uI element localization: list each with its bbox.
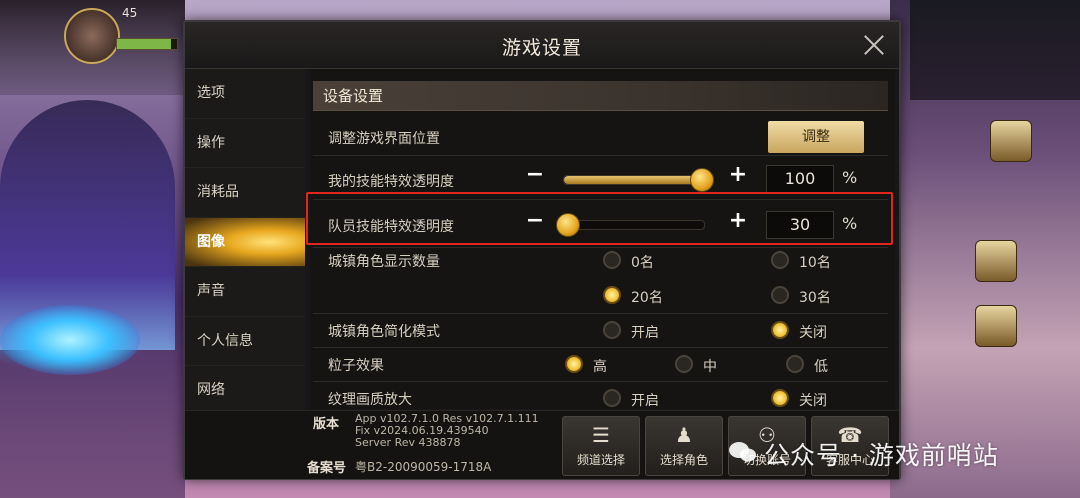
version-label: 版本 xyxy=(313,417,340,432)
my-skill-plus-button[interactable]: + xyxy=(728,162,748,187)
dialog-title: 游戏设置 xyxy=(501,37,582,59)
select-character-button[interactable]: ♟ 选择角色 xyxy=(645,416,723,476)
dialog-header: 游戏设置 xyxy=(185,22,899,69)
texture-zoom-label: 纹理画质放大 xyxy=(328,392,412,408)
radio-dot xyxy=(675,355,693,373)
radio-town-10[interactable]: 10名 xyxy=(771,251,831,272)
adjust-ui-label: 调整游戏界面位置 xyxy=(328,131,440,147)
teleport-portal xyxy=(0,305,140,375)
my-skill-opacity-slider[interactable] xyxy=(563,168,714,192)
player-avatar[interactable] xyxy=(64,8,120,64)
radio-dot-selected xyxy=(603,286,621,304)
row-town-simplify: 城镇角色简化模式 开启 关闭 xyxy=(313,315,888,348)
settings-nav: 选项 操作 消耗品 图像 声音 个人信息 网络 xyxy=(185,69,305,416)
character-icon: ♟ xyxy=(675,423,693,447)
radio-town-20[interactable]: 20名 xyxy=(603,286,663,307)
radio-texture-off[interactable]: 关闭 xyxy=(771,389,827,409)
radio-dot xyxy=(603,321,621,339)
row-adjust-ui: 调整游戏界面位置 调整 xyxy=(313,119,888,156)
radio-dot-selected xyxy=(771,389,789,407)
radio-dot xyxy=(771,286,789,304)
close-icon[interactable] xyxy=(861,32,887,58)
row-town-char-count: 城镇角色显示数量 0名 10名 20名 30名 xyxy=(313,249,888,314)
section-title: 设备设置 xyxy=(313,81,888,111)
tab-options[interactable]: 选项 xyxy=(185,69,305,119)
radio-dot-selected xyxy=(565,355,583,373)
radio-town-0[interactable]: 0名 xyxy=(603,251,654,272)
my-skill-opacity-label: 我的技能特效透明度 xyxy=(328,174,454,190)
tab-profile[interactable]: 个人信息 xyxy=(185,316,305,366)
radio-dot xyxy=(786,355,804,373)
radio-dot xyxy=(603,389,621,407)
my-skill-minus-button[interactable]: − xyxy=(525,162,545,187)
radio-particle-low[interactable]: 低 xyxy=(786,355,828,376)
town-char-count-label: 城镇角色显示数量 xyxy=(328,254,440,270)
radio-texture-on[interactable]: 开启 xyxy=(603,389,659,409)
radio-simplify-off[interactable]: 关闭 xyxy=(771,321,827,342)
tab-controls[interactable]: 操作 xyxy=(185,118,305,168)
side-menu-button[interactable] xyxy=(990,120,1032,162)
radio-dot xyxy=(771,251,789,269)
radio-town-30[interactable]: 30名 xyxy=(771,286,831,307)
row-texture-zoom: 纹理画质放大 开启 关闭 xyxy=(313,383,888,409)
radio-dot-selected xyxy=(771,321,789,339)
record-number: 粤B2-20090059-1718A xyxy=(355,460,492,474)
radio-particle-mid[interactable]: 中 xyxy=(675,355,717,376)
adjust-button[interactable]: 调整 xyxy=(768,121,864,153)
my-skill-opacity-value[interactable]: 100 xyxy=(766,165,834,193)
watermark-text: 公众号 · 游戏前哨站 xyxy=(764,441,999,470)
radio-simplify-on[interactable]: 开启 xyxy=(603,321,659,342)
channel-select-button[interactable]: ☰ 频道选择 xyxy=(562,416,640,476)
radio-particle-high[interactable]: 高 xyxy=(565,355,607,376)
side-shop-button[interactable] xyxy=(975,305,1017,347)
my-skill-percent-unit: % xyxy=(842,168,858,187)
list-icon: ☰ xyxy=(592,423,610,447)
version-text: App v102.7.1.0 Res v102.7.1.111 Fix v202… xyxy=(355,412,539,449)
tab-sound[interactable]: 声音 xyxy=(185,267,305,317)
hp-bar xyxy=(116,38,178,50)
minimap-area[interactable] xyxy=(910,0,1080,100)
highlight-box xyxy=(306,192,893,245)
my-skill-slider-knob[interactable] xyxy=(690,168,714,192)
tab-consumables[interactable]: 消耗品 xyxy=(185,168,305,218)
player-level: 45 xyxy=(122,6,138,20)
particle-label: 粒子效果 xyxy=(328,358,384,374)
settings-dialog: 游戏设置 选项 操作 消耗品 图像 声音 个人信息 网络 设备设置 调整游戏界面… xyxy=(183,20,901,480)
side-quest-button[interactable] xyxy=(975,240,1017,282)
player-hud: 45 xyxy=(0,0,185,95)
tab-network[interactable]: 网络 xyxy=(185,366,305,416)
tab-graphics[interactable]: 图像 xyxy=(185,217,305,267)
record-label: 备案号 xyxy=(307,461,347,476)
radio-dot xyxy=(603,251,621,269)
my-skill-slider-fill xyxy=(564,176,701,184)
town-simplify-label: 城镇角色简化模式 xyxy=(328,324,440,340)
wechat-logo-icon xyxy=(729,442,756,462)
row-particle: 粒子效果 高 中 低 xyxy=(313,349,888,382)
